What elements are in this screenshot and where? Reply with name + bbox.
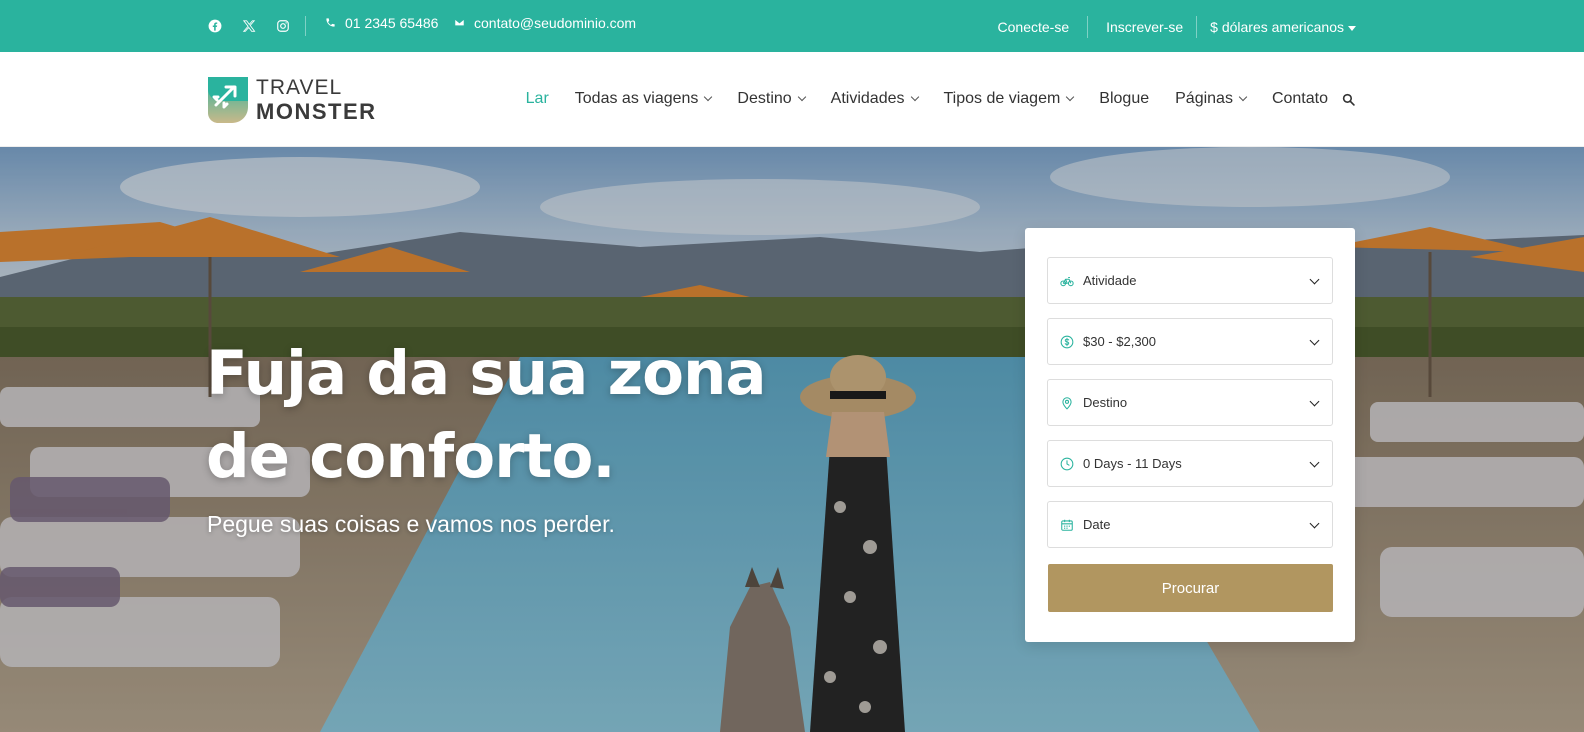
instagram-icon[interactable] <box>274 17 291 34</box>
chevron-down-icon <box>1309 335 1320 346</box>
currency-label: $ dólares americanos <box>1210 19 1344 35</box>
chevron-down-icon <box>1309 274 1320 285</box>
email-link[interactable]: contato@seudominio.com <box>454 15 636 31</box>
social-links <box>206 17 291 34</box>
phone-icon <box>325 15 336 31</box>
calendar-icon <box>1060 518 1074 532</box>
nav-item-destination[interactable]: Destino <box>737 90 806 108</box>
chevron-down-icon <box>1309 457 1320 468</box>
bicycle-icon <box>1060 274 1074 288</box>
field-value: $30 - $2,300 <box>1083 334 1157 349</box>
nav-item-trip-types[interactable]: Tipos de viagem <box>943 90 1075 108</box>
chevron-down-icon <box>1238 92 1248 102</box>
destination-select[interactable]: Destino <box>1047 379 1333 426</box>
site-logo[interactable]: TRAVEL MONSTER <box>206 75 377 125</box>
activity-select[interactable]: Atividade <box>1047 257 1333 304</box>
login-link[interactable]: Conecte-se <box>998 19 1070 35</box>
logo-line1: TRAVEL <box>256 76 343 99</box>
search-submit-button[interactable]: Procurar <box>1048 564 1333 612</box>
divider <box>1196 16 1198 38</box>
nav-label: Contato <box>1271 90 1328 107</box>
nav-item-all-trips[interactable]: Todas as viagens <box>574 90 713 108</box>
nav-label: Destino <box>737 90 792 107</box>
facebook-icon[interactable] <box>206 17 223 34</box>
register-link[interactable]: Inscrever-se <box>1106 19 1183 35</box>
nav-label: Todas as viagens <box>574 90 699 107</box>
chevron-down-icon <box>1066 92 1075 102</box>
map-pin-icon <box>1060 396 1074 410</box>
phone-link[interactable]: 01 2345 65486 <box>325 15 438 31</box>
duration-select[interactable]: 0 Days - 11 Days <box>1047 440 1333 487</box>
chevron-down-icon <box>1309 518 1320 529</box>
hero-section: Fuja da sua zona de conforto. Pegue suas… <box>0 147 1584 732</box>
dollar-circle-icon <box>1060 335 1074 349</box>
divider <box>1087 16 1089 38</box>
x-icon[interactable] <box>240 17 257 34</box>
nav-label: Atividades <box>830 90 905 107</box>
field-value: Destino <box>1083 395 1128 410</box>
nav-item-contact[interactable]: Contato <box>1272 90 1328 108</box>
clock-icon <box>1060 457 1074 471</box>
chevron-down-icon <box>797 92 806 102</box>
nav-label: Blogue <box>1099 90 1150 107</box>
currency-selector[interactable]: $ dólares americanos <box>1210 19 1356 35</box>
nav-item-home[interactable]: Lar <box>526 90 549 108</box>
logo-line2: MONSTER <box>256 99 377 124</box>
nav-item-blog[interactable]: Blogue <box>1099 90 1149 108</box>
top-bar: 01 2345 65486 contato@seudominio.com Con… <box>0 0 1584 52</box>
hero-title-line1: Fuja da sua zona <box>206 338 767 409</box>
caret-down-icon <box>1348 25 1356 31</box>
divider <box>305 16 306 36</box>
nav-label: Páginas <box>1175 90 1233 107</box>
hero-subtitle: Pegue suas coisas e vamos nos perder. <box>207 511 615 537</box>
nav-label: Tipos de viagem <box>943 90 1061 107</box>
trip-search-card: Atividade $30 - $2,300 Destino 0 Days - … <box>1025 228 1355 642</box>
nav-item-pages[interactable]: Páginas <box>1175 90 1248 108</box>
mail-icon <box>454 15 465 31</box>
field-value: Date <box>1083 517 1111 532</box>
field-value: 0 Days - 11 Days <box>1083 456 1182 471</box>
search-icon[interactable] <box>1342 92 1356 106</box>
email-address: contato@seudominio.com <box>474 15 637 31</box>
hero-title: Fuja da sua zona de conforto. <box>206 332 826 498</box>
account-links: Conecte-se Inscrever-se $ dólares americ… <box>998 16 1356 38</box>
chevron-down-icon <box>704 92 713 102</box>
date-select[interactable]: Date <box>1047 501 1333 548</box>
plane-logo-icon <box>206 75 250 125</box>
chevron-down-icon <box>1309 396 1320 407</box>
phone-number: 01 2345 65486 <box>345 15 439 31</box>
chevron-down-icon <box>910 92 919 102</box>
hero-title-line2: de conforto. <box>206 421 616 492</box>
nav-label: Lar <box>525 90 549 107</box>
main-nav: Lar Todas as viagens Destino Atividades … <box>526 90 1356 108</box>
price-range-select[interactable]: $30 - $2,300 <box>1047 318 1333 365</box>
site-header: TRAVEL MONSTER Lar Todas as viagens Dest… <box>0 52 1584 147</box>
nav-item-activities[interactable]: Atividades <box>830 90 919 108</box>
field-value: Atividade <box>1083 273 1137 288</box>
